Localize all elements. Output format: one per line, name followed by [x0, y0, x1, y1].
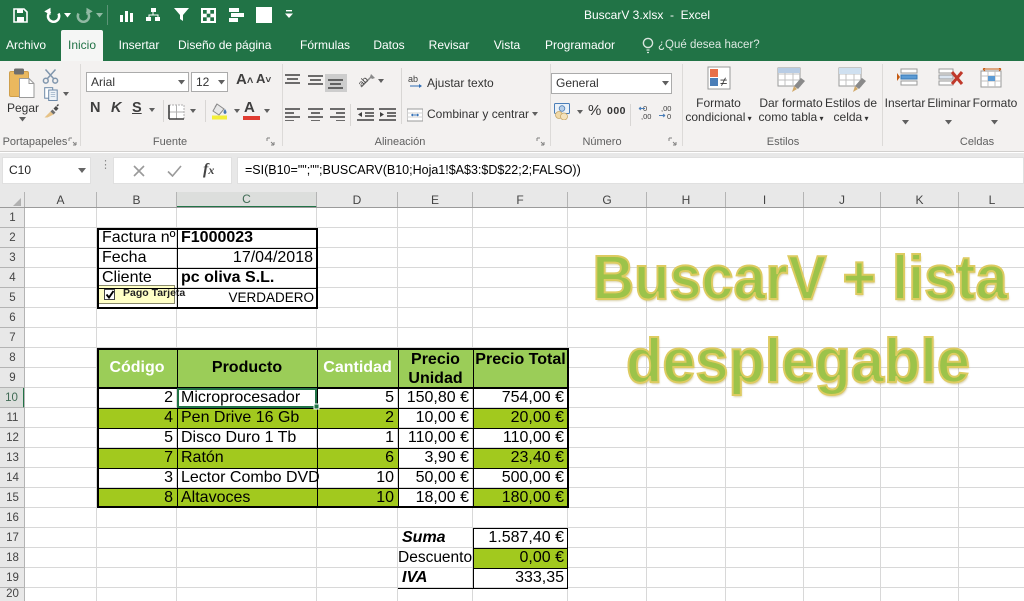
svg-text:ab: ab: [408, 74, 418, 84]
svg-text:,00: ,00: [641, 112, 651, 121]
svg-text:ab: ab: [358, 75, 370, 89]
svg-text:≠: ≠: [720, 74, 727, 89]
svg-text:0: 0: [667, 112, 671, 121]
